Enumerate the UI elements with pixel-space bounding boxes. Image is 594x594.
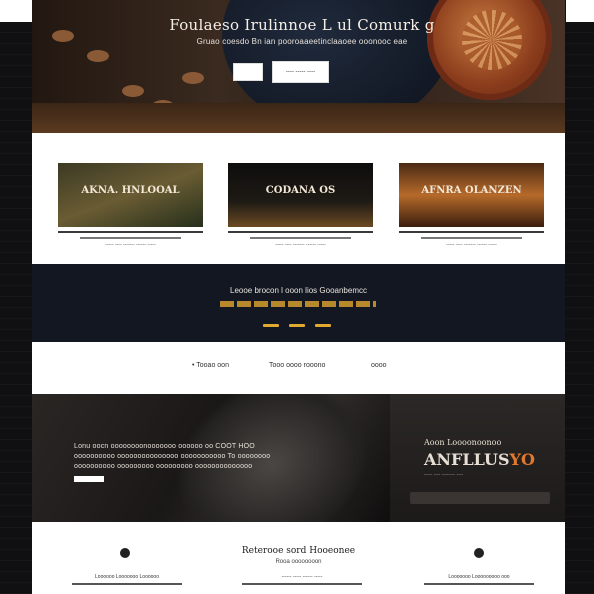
card-divider (79, 237, 182, 239)
card-image: AKNA. HNLOOAL (58, 163, 203, 227)
hero-nut (52, 30, 74, 42)
card-image: CODANA OS (228, 163, 373, 227)
card-divider (399, 231, 544, 233)
feature-button[interactable] (74, 476, 104, 482)
card-divider (228, 231, 373, 233)
feature-text-line: oooooooooo ooooooooo ooooooooo ooooooooo… (74, 463, 253, 470)
footer-divider (72, 583, 182, 585)
card-caption: ----- ---- ------- ------ ----- (105, 242, 156, 248)
hero-section: Foulaeso Irulinnoe L ul Comurk g Gruao c… (32, 0, 565, 133)
top-left-strip (0, 0, 32, 22)
footer-section: Reterooe sord Hooeonee Rooa oooooooon Lo… (32, 522, 565, 594)
footer-title: Reterooe sord Hooeonee (241, 546, 356, 556)
feature-side-panel: Aoon Loooonoonoo ANFLLUSYO ----- ---- --… (390, 394, 565, 522)
hero-nut (87, 50, 109, 62)
card-image-text: CODANA OS (265, 185, 336, 196)
hero-subtitle: Gruao coesdo Bn ian pooroaaeetinclaaoee … (196, 37, 408, 46)
footer-divider (242, 583, 362, 585)
footer-column-3: Looooooo Looooooooo ooo (424, 574, 534, 585)
footer-divider (424, 583, 534, 585)
nav-item-1[interactable]: • Tooao oon (192, 362, 229, 369)
footer-subtitle: Rooa oooooooon (275, 559, 322, 565)
footer-column-text: Loooooo Looooooo Loooooo (95, 574, 159, 580)
feature-text-line: oooooooooo ooooooooooooooo ooooooooooo T… (74, 453, 271, 460)
card-image-text: AKNA. HNLOOAL (81, 185, 180, 196)
feature-text-line: Lonu oocn oooooooonooooooo oooooo oo COO… (74, 443, 255, 450)
card-divider (58, 231, 203, 233)
hero-table-board (32, 103, 565, 133)
hero-nut (182, 72, 204, 84)
card-image: AFNRA OLANZEN (399, 163, 544, 227)
hero-secondary-button[interactable]: ---- ----- ---- (272, 61, 329, 83)
hero-nut (122, 85, 144, 97)
left-gutter (0, 0, 32, 594)
card-image-text: AFNRA OLANZEN (421, 185, 522, 196)
feature-big-main: ANFLLUS (424, 450, 510, 469)
card-3[interactable]: AFNRA OLANZEN ----- ---- ------- ------ … (399, 163, 544, 248)
card-2[interactable]: CODANA OS ----- ---- ------- ------ ----… (228, 163, 373, 248)
feature-big-text: ANFLLUSYO (424, 450, 535, 469)
feature-image: Lonu oocn oooooooonooooooo oooooo oo COO… (32, 394, 390, 522)
page: Foulaeso Irulinnoe L ul Comurk g Gruao c… (32, 0, 565, 594)
card-caption: ----- ---- ------- ------ ----- (446, 242, 497, 248)
card-divider (420, 237, 523, 239)
slider-indicator[interactable] (289, 324, 305, 327)
slider-indicator[interactable] (315, 324, 331, 327)
footer-column-text: Looooooo Looooooooo ooo (448, 574, 510, 580)
feature-section: Lonu oocn oooooooonooooooo oooooo oo COO… (32, 394, 565, 522)
card-divider (249, 237, 352, 239)
footer-column-text: ------ ----- ------ ----- (281, 574, 323, 580)
band-gold-text (220, 301, 376, 307)
nav-bar: • Tooao oon Tooo oooo rooono oooo (32, 342, 565, 394)
dark-band: Leooe brocon l ooon lios Gooanbemcc (32, 264, 565, 342)
nav-item-2[interactable]: Tooo oooo rooono (269, 362, 325, 369)
feature-book-image (410, 492, 550, 504)
slider-indicator[interactable] (263, 324, 279, 327)
band-title: Leooe brocon l ooon lios Gooanbemcc (230, 286, 367, 295)
feature-text: Lonu oocn oooooooonooooooo oooooo oo COO… (74, 442, 374, 472)
feature-big-accent: YO (509, 450, 535, 469)
card-1[interactable]: AKNA. HNLOOAL ----- ---- ------- ------ … (58, 163, 203, 248)
feature-small-text: ----- ---- -------- ---- (424, 472, 464, 478)
footer-column-1: Loooooo Looooooo Loooooo (72, 574, 182, 585)
hero-primary-button[interactable] (233, 63, 263, 81)
card-caption: ----- ---- ------- ------ ----- (275, 242, 326, 248)
hero-orange-slice (462, 10, 522, 70)
right-gutter (562, 0, 594, 594)
top-right-strip (566, 0, 594, 22)
feature-heading: Aoon Loooonoonoo (424, 438, 502, 447)
footer-column-2: ------ ----- ------ ----- (242, 574, 362, 585)
hero-title: Foulaeso Irulinnoe L ul Comurk g (169, 16, 435, 34)
cards-section: AKNA. HNLOOAL ----- ---- ------- ------ … (32, 133, 565, 264)
nav-item-3[interactable]: oooo (371, 362, 387, 369)
